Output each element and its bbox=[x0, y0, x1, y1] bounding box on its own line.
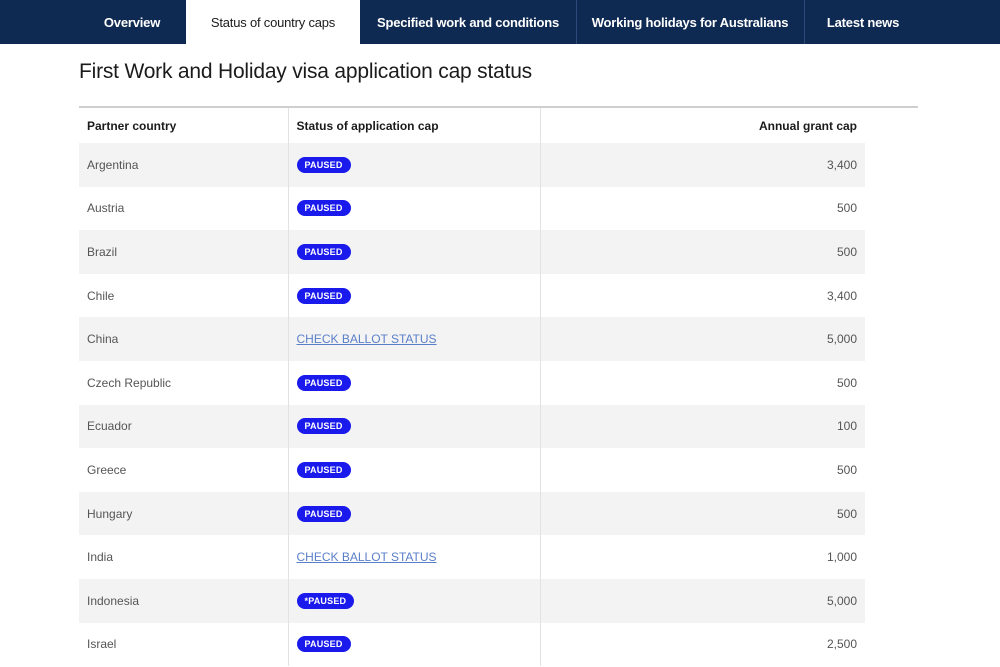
header-annual-grant-cap: Annual grant cap bbox=[758, 118, 857, 133]
header-partner-country: Partner country bbox=[87, 118, 177, 133]
annual-cap-cell: 500 bbox=[540, 491, 865, 536]
annual-cap-cell: 500 bbox=[836, 375, 857, 390]
table-row: Austria PAUSED 500 bbox=[79, 186, 865, 231]
annual-cap-cell: 3,400 bbox=[540, 143, 865, 187]
annual-cap-cell: 2,500 bbox=[826, 637, 857, 652]
country-cell: Argentina bbox=[79, 143, 288, 187]
annual-cap-cell: 500 bbox=[836, 201, 857, 216]
table-row: China CHECK BALLOT STATUS 5,000 bbox=[79, 317, 865, 361]
tab-overview[interactable]: Overview bbox=[79, 0, 185, 44]
tab-latest-news[interactable]: Latest news bbox=[805, 0, 921, 44]
tab-specified-work[interactable]: Specified work and conditions bbox=[361, 0, 575, 44]
status-cell: PAUSED bbox=[287, 143, 541, 187]
table-row: Indonesia *PAUSED 5,000 bbox=[79, 578, 865, 623]
top-navigation: Overview Status of country caps Specifie… bbox=[0, 0, 1000, 44]
status-cell: PAUSED bbox=[287, 360, 541, 405]
tab-status-of-country-caps[interactable]: Status of country caps bbox=[186, 0, 360, 44]
table-row: Brazil PAUSED 500 bbox=[79, 230, 865, 274]
country-cell: Austria bbox=[87, 201, 125, 216]
table-row: Czech Republic PAUSED 500 bbox=[79, 360, 865, 405]
status-badge: PAUSED bbox=[296, 200, 351, 217]
table-header-row: Partner country Status of application ca… bbox=[79, 108, 865, 143]
annual-cap-cell: 100 bbox=[540, 404, 865, 449]
table-row: Ecuador PAUSED 100 bbox=[79, 404, 865, 449]
table-row: Hungary PAUSED 500 bbox=[79, 491, 865, 536]
annual-cap-cell: 500 bbox=[540, 230, 865, 274]
country-cell: Brazil bbox=[79, 230, 288, 274]
status-badge: PAUSED bbox=[296, 156, 351, 173]
status-cell: PAUSED bbox=[287, 186, 541, 231]
annual-cap-cell: 3,400 bbox=[826, 288, 857, 303]
status-cell: PAUSED bbox=[287, 404, 541, 449]
status-cell: CHECK BALLOT STATUS bbox=[287, 317, 541, 361]
status-badge: PAUSED bbox=[296, 505, 351, 522]
table-body: Argentina PAUSED 3,400 Austria PAUSED 500 Braz… bbox=[79, 143, 865, 667]
status-cell: PAUSED bbox=[287, 230, 541, 274]
annual-cap-cell: 5,000 bbox=[540, 317, 865, 361]
table-row: India CHECK BALLOT STATUS 1,000 bbox=[79, 535, 865, 579]
country-cell: Greece bbox=[87, 462, 127, 477]
status-badge: PAUSED bbox=[296, 636, 351, 653]
annual-cap-cell: 5,000 bbox=[540, 578, 865, 623]
country-cell: Israel bbox=[87, 637, 117, 652]
status-badge: PAUSED bbox=[296, 374, 351, 391]
check-ballot-status-link[interactable]: CHECK BALLOT STATUS bbox=[297, 332, 437, 346]
annual-cap-cell: 1,000 bbox=[826, 550, 857, 565]
country-cell: China bbox=[79, 317, 288, 361]
status-cell: CHECK BALLOT STATUS bbox=[287, 535, 541, 579]
country-cell: Hungary bbox=[79, 491, 288, 536]
country-cell: Indonesia bbox=[79, 578, 288, 623]
check-ballot-status-link[interactable]: CHECK BALLOT STATUS bbox=[297, 550, 437, 564]
page-title: First Work and Holiday visa application … bbox=[79, 60, 532, 83]
status-cell: PAUSED bbox=[287, 622, 541, 667]
status-cell: *PAUSED bbox=[287, 578, 541, 623]
status-badge: PAUSED bbox=[296, 461, 351, 478]
status-cell: PAUSED bbox=[287, 273, 541, 318]
status-cell: PAUSED bbox=[287, 448, 541, 492]
country-cell: Czech Republic bbox=[87, 375, 172, 390]
table-row: Israel PAUSED 2,500 bbox=[79, 622, 865, 667]
annual-cap-cell: 500 bbox=[836, 462, 857, 477]
country-cell: India bbox=[87, 550, 114, 565]
cap-status-table: Partner country Status of application ca… bbox=[79, 108, 865, 667]
status-badge: PAUSED bbox=[296, 287, 351, 304]
country-cell: Ecuador bbox=[79, 404, 288, 449]
table-row: Argentina PAUSED 3,400 bbox=[79, 143, 865, 187]
status-badge: PAUSED bbox=[296, 243, 351, 260]
status-badge: PAUSED bbox=[296, 418, 351, 435]
header-status: Status of application cap bbox=[287, 108, 541, 143]
tab-working-holidays[interactable]: Working holidays for Australians bbox=[577, 0, 803, 44]
status-badge: *PAUSED bbox=[296, 592, 355, 609]
status-cell: PAUSED bbox=[287, 491, 541, 536]
country-cell: Chile bbox=[87, 288, 115, 303]
table-row: Chile PAUSED 3,400 bbox=[79, 273, 865, 318]
table-row: Greece PAUSED 500 bbox=[79, 448, 865, 492]
